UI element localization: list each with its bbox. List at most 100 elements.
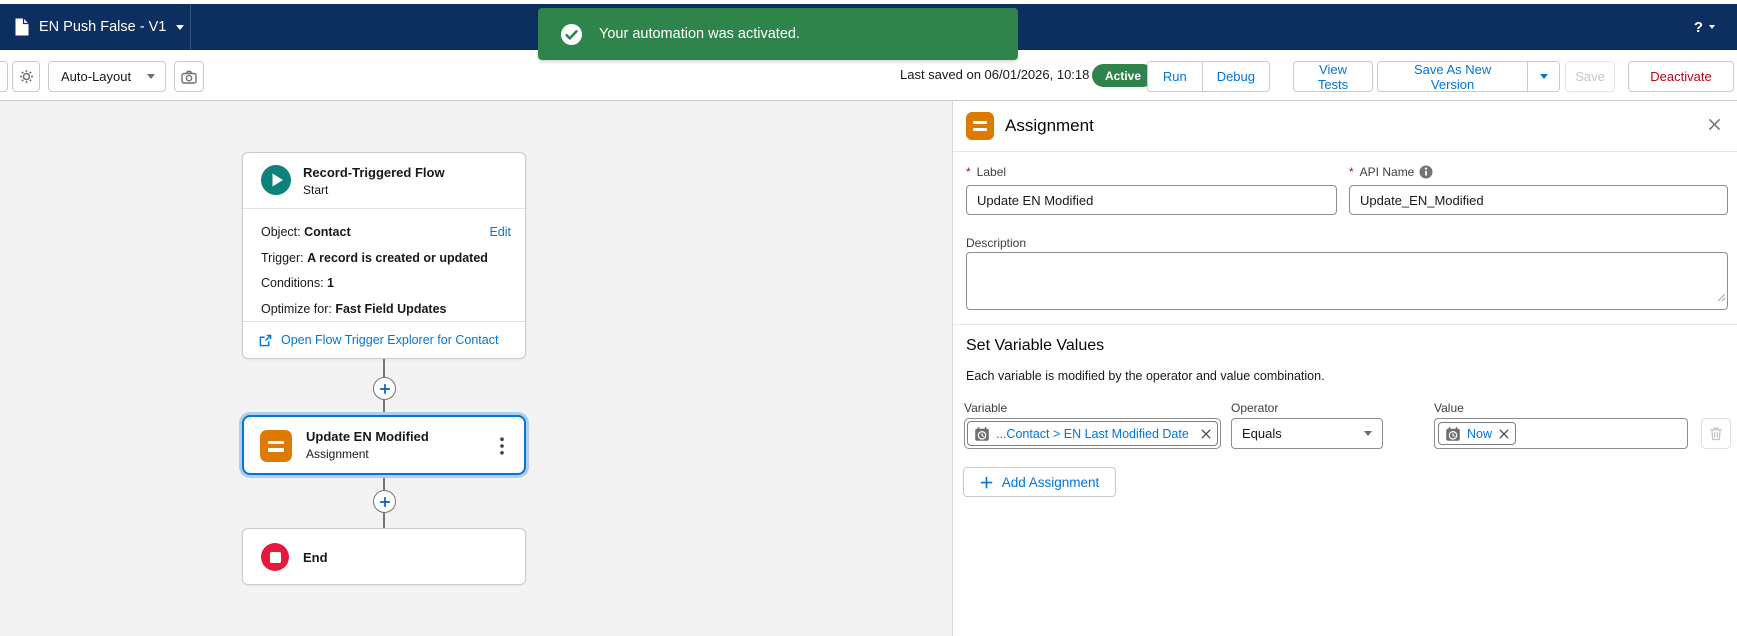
remove-variable-button[interactable] — [1201, 428, 1211, 439]
value-input[interactable]: Now — [1434, 418, 1688, 449]
panel-title: Assignment — [1005, 116, 1094, 135]
last-saved-text: Last saved on 06/01/2026, 10:18 — [900, 67, 1090, 82]
variable-column-label: Variable — [964, 401, 1008, 415]
panel-header: Assignment — [953, 101, 1737, 152]
save-as-new-version-menu-button[interactable] — [1527, 62, 1559, 91]
layout-select-value: Auto-Layout — [61, 69, 132, 84]
start-node-title: Record-Triggered Flow — [303, 165, 445, 180]
start-detail-row: Conditions: 1 — [261, 271, 507, 297]
settings-button[interactable] — [12, 61, 40, 92]
help-label: ? — [1693, 18, 1703, 36]
flow-canvas[interactable]: Record-Triggered Flow Start Object: Cont… — [0, 101, 952, 636]
help-menu[interactable]: ? — [1694, 4, 1715, 50]
assignment-icon — [260, 430, 292, 462]
datetime-icon — [1445, 426, 1461, 442]
view-tests-button[interactable]: View Tests — [1293, 61, 1373, 92]
flow-title: EN Push False - V1 — [39, 19, 167, 35]
api-name-field-label-text: API Name — [1359, 165, 1415, 179]
operator-column-label: Operator — [1231, 401, 1279, 415]
start-node-subtitle: Start — [303, 183, 329, 197]
detail-label: Optimize for: — [261, 301, 332, 316]
toolbox-toggle-button[interactable] — [0, 61, 8, 92]
flow-builder-app: EN Push False - V1 ? Your automation was… — [0, 0, 1737, 636]
start-node: Record-Triggered Flow Start Object: Cont… — [242, 152, 526, 359]
add-element-button[interactable] — [373, 490, 396, 513]
toast-message: Your automation was activated. — [599, 26, 800, 42]
plus-icon — [379, 383, 390, 394]
gear-icon — [19, 69, 34, 84]
api-name-input[interactable] — [1349, 185, 1728, 215]
add-assignment-label: Add Assignment — [1001, 474, 1100, 490]
layout-select[interactable]: Auto-Layout — [48, 61, 166, 92]
end-icon — [261, 543, 289, 571]
info-icon[interactable] — [1419, 165, 1433, 179]
deactivate-button[interactable]: Deactivate — [1628, 61, 1734, 92]
toast-notification: Your automation was activated. — [538, 8, 1018, 60]
node-menu-button[interactable] — [496, 437, 508, 460]
assignment-node[interactable]: Update EN Modified Assignment — [242, 415, 526, 475]
assignment-node-subtitle: Assignment — [306, 447, 369, 461]
save-button: Save — [1565, 61, 1615, 92]
variable-pill-text: ...Contact > EN Last Modified Date — [996, 426, 1189, 441]
snapshot-button[interactable] — [174, 61, 204, 92]
remove-value-button[interactable] — [1499, 428, 1509, 439]
assignment-icon — [966, 112, 994, 140]
api-name-field-label: * API Name — [1349, 165, 1433, 179]
document-icon — [14, 18, 29, 36]
description-textarea[interactable] — [966, 252, 1728, 310]
detail-value: 1 — [327, 276, 334, 290]
start-node-details: Object: Contact Trigger: A record is cre… — [243, 208, 525, 322]
external-link-icon — [259, 334, 272, 347]
detail-value: Fast Field Updates — [335, 301, 447, 316]
chevron-down-icon — [176, 24, 185, 30]
chevron-down-icon — [1364, 431, 1372, 436]
edit-link[interactable]: Edit — [489, 220, 511, 246]
save-as-new-version-group: Save As New Version — [1377, 61, 1560, 92]
description-field-label: Description — [966, 236, 1026, 250]
variable-pill: ...Contact > EN Last Modified Date — [967, 421, 1218, 446]
end-node[interactable]: End — [242, 528, 526, 585]
detail-value: A record is created or updated — [307, 250, 488, 265]
detail-label: Object: — [261, 225, 301, 239]
camera-icon — [181, 70, 197, 84]
chevron-down-icon — [1709, 25, 1715, 29]
value-pill-text: Now — [1467, 426, 1493, 441]
save-as-new-version-button[interactable]: Save As New Version — [1378, 62, 1528, 91]
status-badge: Active — [1092, 64, 1155, 87]
end-node-title: End — [303, 550, 328, 565]
section-divider — [953, 324, 1737, 325]
chevron-down-icon — [1539, 74, 1548, 79]
operator-select-value: Equals — [1242, 426, 1282, 441]
required-marker: * — [966, 165, 971, 179]
record-triggered-flow-icon — [261, 165, 291, 195]
operator-select[interactable]: Equals — [1231, 418, 1383, 449]
section-title: Set Variable Values — [966, 337, 1105, 354]
flow-title-menu[interactable]: EN Push False - V1 — [14, 4, 185, 50]
run-debug-button-group: Run Debug — [1147, 61, 1270, 92]
start-node-header[interactable]: Record-Triggered Flow Start — [243, 153, 525, 208]
detail-label: Conditions: — [261, 276, 324, 290]
flow-trigger-explorer-label: Open Flow Trigger Explorer for Contact — [281, 333, 499, 347]
trash-icon — [1710, 427, 1722, 441]
required-marker: * — [1349, 165, 1354, 179]
start-detail-row: Optimize for: Fast Field Updates — [261, 297, 507, 323]
plus-icon — [379, 496, 390, 507]
variable-combobox[interactable]: ...Contact > EN Last Modified Date — [964, 418, 1221, 449]
add-element-button[interactable] — [373, 377, 396, 400]
close-icon — [1499, 428, 1509, 439]
close-icon — [1201, 428, 1211, 439]
close-panel-button[interactable] — [1706, 116, 1723, 138]
label-input[interactable] — [966, 185, 1337, 215]
close-icon — [1708, 118, 1721, 131]
debug-button[interactable]: Debug — [1201, 62, 1269, 91]
chevron-down-icon — [147, 74, 155, 79]
start-detail-row: Trigger: A record is created or updated — [261, 246, 507, 272]
kebab-icon — [500, 437, 504, 455]
delete-assignment-button — [1701, 418, 1731, 449]
add-assignment-button[interactable]: Add Assignment — [963, 467, 1116, 497]
success-check-icon — [560, 23, 583, 46]
flow-trigger-explorer-link[interactable]: Open Flow Trigger Explorer for Contact — [243, 322, 525, 358]
run-button[interactable]: Run — [1148, 62, 1202, 91]
label-field-label-text: Label — [976, 165, 1007, 179]
value-pill: Now — [1438, 422, 1517, 445]
